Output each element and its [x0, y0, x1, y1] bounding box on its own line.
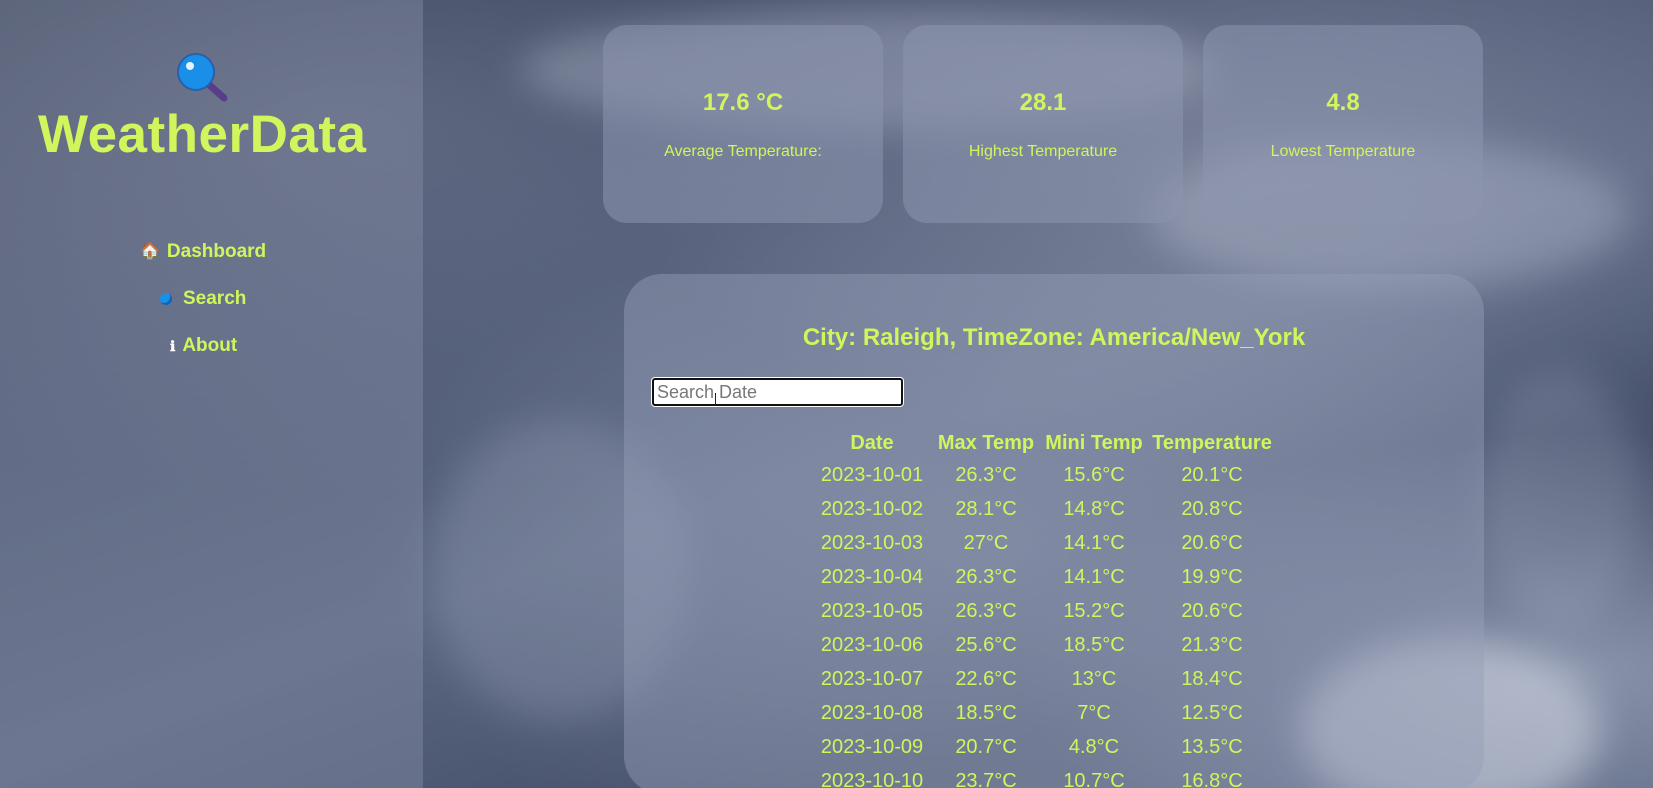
- cell-max-temp: 26.3°C: [955, 566, 1017, 588]
- text-cursor-icon: [715, 393, 716, 405]
- cell-max-temp: 18.5°C: [955, 702, 1017, 724]
- cell-temperature: 18.4°C: [1181, 668, 1243, 690]
- sidebar-item-label: About: [182, 335, 238, 356]
- background-cloud: [1480, 370, 1640, 630]
- table-row: 2023-10-03 27°C 14.1°C 20.6°C: [812, 527, 1276, 561]
- cell-date: 2023-10-02: [820, 498, 924, 520]
- house-icon: 🏠: [140, 243, 160, 260]
- cell-mini-temp: 4.8°C: [1068, 736, 1120, 758]
- cell-max-temp: 22.6°C: [955, 668, 1017, 690]
- average-temperature-card: 17.6 °C Average Temperature:: [603, 25, 883, 223]
- cell-date: 2023-10-06: [820, 634, 924, 656]
- column-header-date[interactable]: Date: [812, 428, 932, 459]
- cell-temperature: 20.1°C: [1181, 464, 1243, 486]
- sidebar-item-about[interactable]: ℹ About: [170, 335, 237, 357]
- cell-max-temp: 26.3°C: [955, 600, 1017, 622]
- cell-max-temp: 20.7°C: [955, 736, 1017, 758]
- city-title: City: Raleigh, TimeZone: America/New_Yor…: [802, 324, 1306, 351]
- cell-max-temp: 27°C: [963, 532, 1009, 554]
- cell-temperature: 20.8°C: [1181, 498, 1243, 520]
- cell-mini-temp: 15.6°C: [1063, 464, 1125, 486]
- magnifier-icon: [177, 53, 228, 102]
- sidebar-item-label: Search: [183, 288, 247, 309]
- card-label: Highest Temperature: [968, 143, 1118, 160]
- sidebar-item-label: Dashboard: [166, 241, 267, 262]
- table-row: 2023-10-02 28.1°C 14.8°C 20.8°C: [812, 493, 1276, 527]
- table-row: 2023-10-10 23.7°C 10.7°C 16.8°C: [812, 765, 1276, 788]
- weather-table: Date Max Temp Mini Temp Temperature 2023…: [812, 428, 1276, 788]
- search-date-input[interactable]: [652, 378, 903, 406]
- card-label: Lowest Temperature: [1270, 143, 1416, 160]
- cell-max-temp: 23.7°C: [955, 770, 1017, 788]
- cell-date: 2023-10-09: [820, 736, 924, 758]
- cell-mini-temp: 14.8°C: [1063, 498, 1125, 520]
- cell-mini-temp: 15.2°C: [1063, 600, 1125, 622]
- cell-date: 2023-10-01: [820, 464, 924, 486]
- cell-temperature: 20.6°C: [1181, 532, 1243, 554]
- cell-date: 2023-10-07: [820, 668, 924, 690]
- cell-temperature: 21.3°C: [1181, 634, 1243, 656]
- table-row: 2023-10-07 22.6°C 13°C 18.4°C: [812, 663, 1276, 697]
- cell-date: 2023-10-08: [820, 702, 924, 724]
- highest-temperature-card: 28.1 Highest Temperature: [903, 25, 1183, 223]
- card-value: 28.1: [1019, 89, 1067, 116]
- cell-mini-temp: 10.7°C: [1063, 770, 1125, 788]
- info-icon: ℹ: [170, 338, 176, 354]
- sidebar-item-dashboard[interactable]: 🏠 Dashboard: [140, 241, 266, 263]
- table-row: 2023-10-01 26.3°C 15.6°C 20.1°C: [812, 459, 1276, 493]
- sidebar-item-search[interactable]: Search: [160, 288, 246, 310]
- cell-mini-temp: 7°C: [1077, 702, 1111, 724]
- table-row: 2023-10-06 25.6°C 18.5°C 21.3°C: [812, 629, 1276, 663]
- column-header-max-temp[interactable]: Max Temp: [932, 428, 1040, 459]
- cell-temperature: 16.8°C: [1181, 770, 1243, 788]
- lowest-temperature-card: 4.8 Lowest Temperature: [1203, 25, 1483, 223]
- sidebar: WeatherData 🏠 Dashboard Search ℹ About: [0, 0, 423, 788]
- table-row: 2023-10-05 26.3°C 15.2°C 20.6°C: [812, 595, 1276, 629]
- cell-temperature: 19.9°C: [1181, 566, 1243, 588]
- table-row: 2023-10-09 20.7°C 4.8°C 13.5°C: [812, 731, 1276, 765]
- cell-date: 2023-10-03: [820, 532, 924, 554]
- cell-mini-temp: 14.1°C: [1063, 566, 1125, 588]
- card-label: Average Temperature:: [664, 143, 822, 160]
- table-row: 2023-10-04 26.3°C 14.1°C 19.9°C: [812, 561, 1276, 595]
- cell-date: 2023-10-04: [820, 566, 924, 588]
- cell-max-temp: 26.3°C: [955, 464, 1017, 486]
- cell-mini-temp: 14.1°C: [1063, 532, 1125, 554]
- cell-mini-temp: 13°C: [1071, 668, 1117, 690]
- card-value: 17.6 °C: [702, 89, 784, 116]
- column-header-mini-temp[interactable]: Mini Temp: [1040, 428, 1148, 459]
- cell-temperature: 12.5°C: [1181, 702, 1243, 724]
- brand-title: WeatherData: [38, 105, 367, 164]
- cell-date: 2023-10-05: [820, 600, 924, 622]
- cell-temperature: 20.6°C: [1181, 600, 1243, 622]
- blue-dot-icon: [160, 293, 172, 305]
- cell-mini-temp: 18.5°C: [1063, 634, 1125, 656]
- cell-max-temp: 25.6°C: [955, 634, 1017, 656]
- table-row: 2023-10-08 18.5°C 7°C 12.5°C: [812, 697, 1276, 731]
- cell-max-temp: 28.1°C: [955, 498, 1017, 520]
- cell-temperature: 13.5°C: [1181, 736, 1243, 758]
- card-value: 4.8: [1326, 89, 1360, 116]
- cell-date: 2023-10-10: [820, 770, 924, 788]
- table-header-row: Date Max Temp Mini Temp Temperature: [812, 428, 1276, 459]
- column-header-temperature[interactable]: Temperature: [1148, 428, 1276, 459]
